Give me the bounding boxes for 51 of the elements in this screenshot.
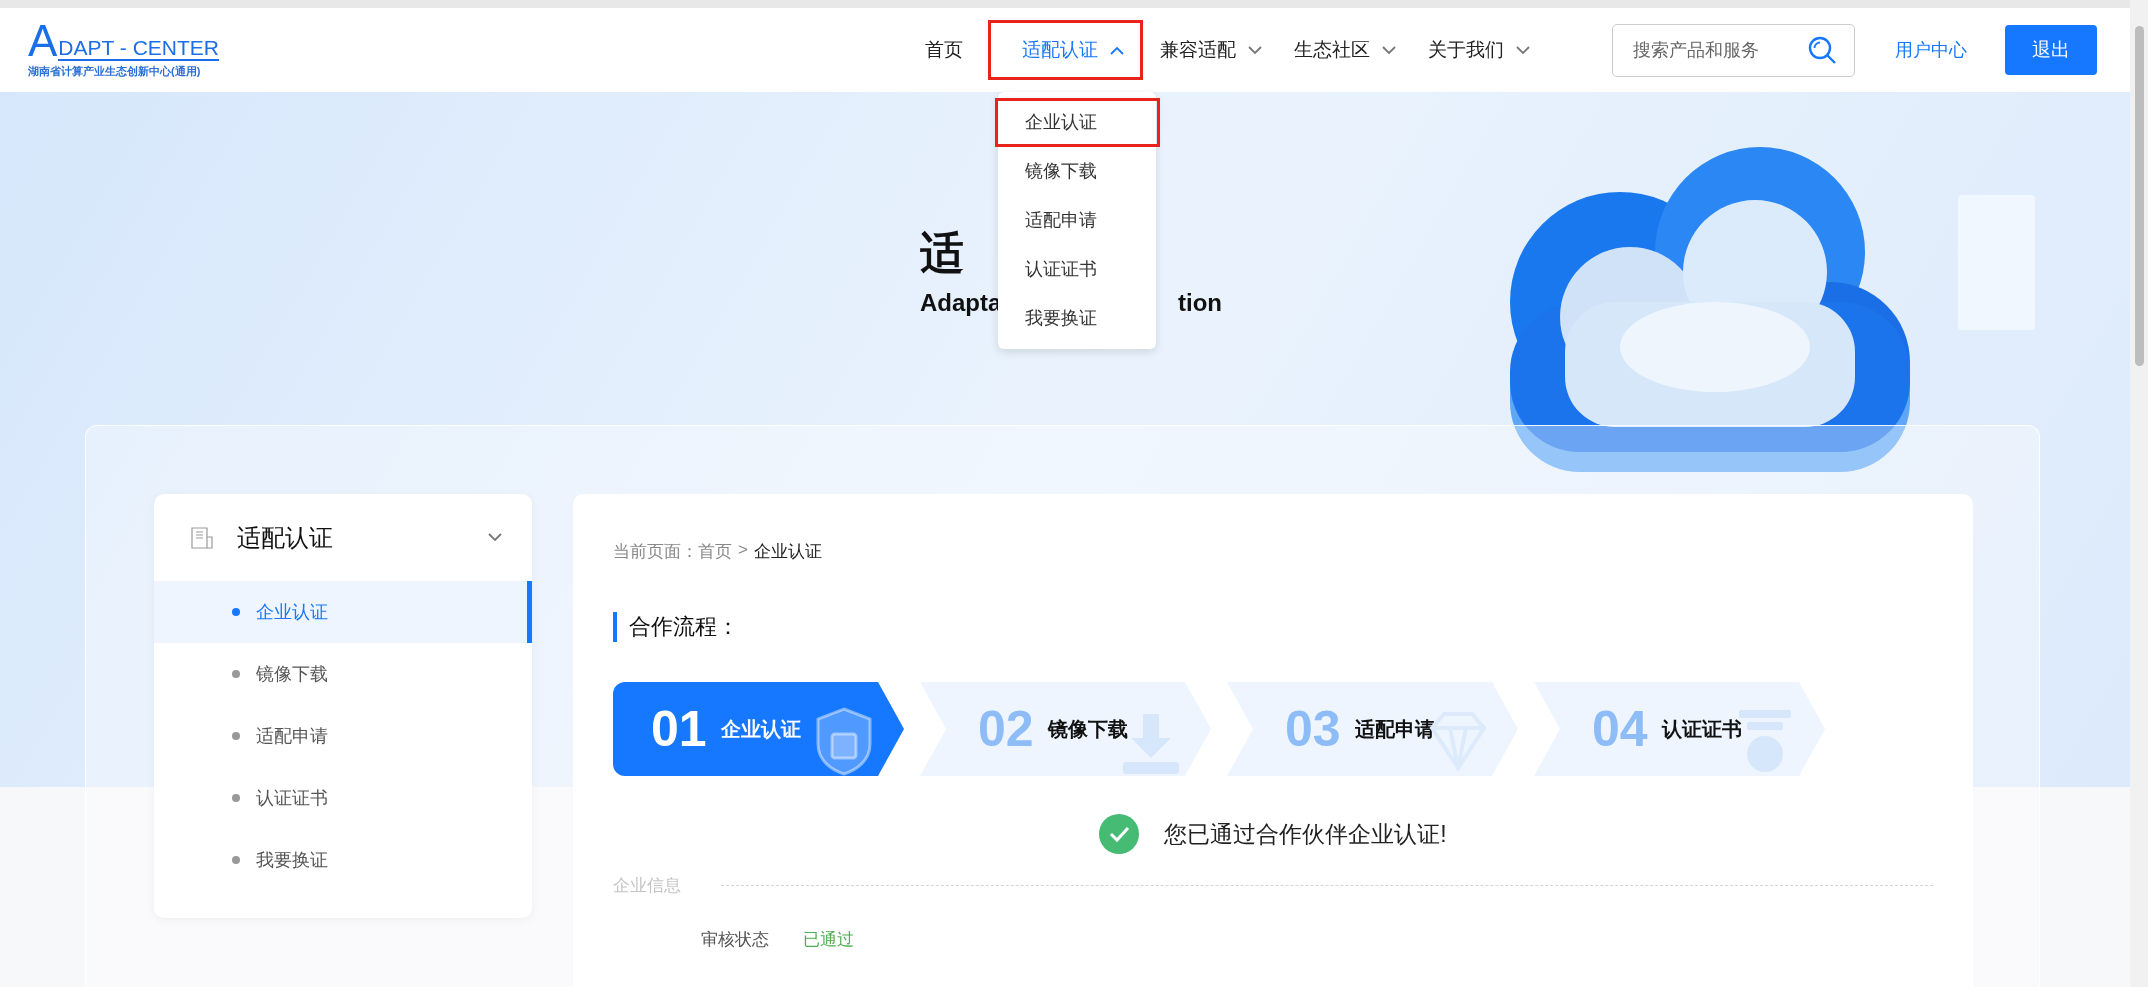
- success-message: 您已通过合作伙伴企业认证!: [1164, 819, 1447, 849]
- field-label: 审核状态: [701, 929, 770, 951]
- step-label: 镜像下载: [1047, 716, 1128, 742]
- step-number: 02: [978, 700, 1034, 758]
- sidebar-item[interactable]: 我要换证: [154, 829, 532, 891]
- step-card[interactable]: 01 企业认证: [613, 682, 904, 776]
- step-number: 01: [651, 700, 707, 758]
- breadcrumb-separator: >: [738, 540, 748, 561]
- section-title: 合作流程：: [613, 612, 1933, 642]
- logo-letter: A: [28, 21, 58, 61]
- step-number: 04: [1592, 700, 1648, 758]
- nav-item[interactable]: 适配认证: [988, 20, 1143, 80]
- chevron-icon[interactable]: [488, 533, 502, 542]
- search-field[interactable]: 搜索产品和服务: [1612, 23, 1855, 77]
- section-heading: 企业信息: [613, 875, 682, 897]
- nav-item[interactable]: 关于我们: [1421, 20, 1545, 80]
- caret-icon: [1516, 45, 1530, 55]
- step-number: 03: [1285, 700, 1341, 758]
- step-card[interactable]: 02 镜像下载: [920, 682, 1211, 776]
- user-center-link[interactable]: 用户中心: [1895, 38, 1967, 62]
- logo-text: DAPT - CENTER: [58, 37, 219, 61]
- sidebar-title: 适配认证: [237, 522, 334, 553]
- search-icon[interactable]: [1807, 34, 1837, 65]
- sidebar-item[interactable]: 企业认证: [154, 581, 532, 643]
- step-card[interactable]: 04 认证证书: [1534, 682, 1825, 776]
- breadcrumb-link[interactable]: 首页: [698, 540, 732, 563]
- nav-item[interactable]: 生态社区: [1287, 20, 1411, 80]
- caret-icon: [1382, 45, 1396, 55]
- success-check-icon: [1099, 814, 1140, 854]
- dropdown-item[interactable]: 镜像下载: [995, 147, 1160, 196]
- sidebar-item[interactable]: 认证证书: [154, 767, 532, 829]
- sidebar-item[interactable]: 适配申请: [154, 705, 532, 767]
- dropdown-item[interactable]: 企业认证: [995, 98, 1160, 147]
- caret-icon: [1110, 45, 1124, 55]
- hero-subtitle: tion: [1178, 289, 1222, 317]
- caret-icon: [1248, 45, 1262, 55]
- nav-item[interactable]: 兼容适配: [1153, 20, 1277, 80]
- breadcrumb-current: 企业认证: [753, 541, 822, 563]
- shield-icon: [814, 706, 874, 776]
- document-icon: [191, 526, 213, 549]
- logout-button[interactable]: 退出: [2005, 25, 2097, 75]
- breadcrumb-label: 当前页面：: [613, 541, 698, 563]
- sidebar-item[interactable]: 镜像下载: [154, 643, 532, 705]
- dropdown-item[interactable]: 适配申请: [995, 196, 1160, 245]
- logo-subtitle: 湖南省计算产业生态创新中心(通用): [28, 64, 202, 79]
- hero-title: 适: [920, 227, 964, 279]
- step-label: 认证证书: [1661, 716, 1742, 742]
- nav-item[interactable]: 首页: [918, 20, 978, 80]
- scrollbar[interactable]: [2130, 0, 2148, 987]
- step-label: 企业认证: [720, 716, 801, 742]
- field-value: 已通过: [803, 929, 854, 951]
